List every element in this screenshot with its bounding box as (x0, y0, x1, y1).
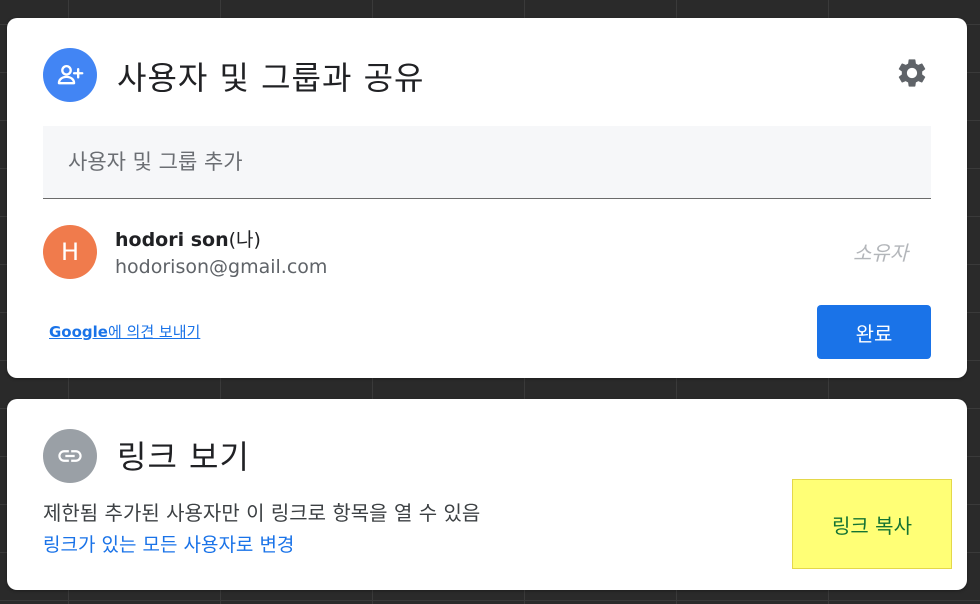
add-people-input[interactable] (43, 126, 931, 198)
user-name: hodori son(나) (115, 225, 261, 252)
feedback-brand: Google (49, 323, 108, 341)
share-dialog-title: 사용자 및 그룹과 공유 (117, 59, 425, 97)
copy-link-button[interactable]: 링크 복사 (792, 479, 952, 569)
user-name-text: hodori son (115, 229, 229, 251)
link-panel-title: 링크 보기 (117, 438, 250, 476)
feedback-text: 에 의견 보내기 (107, 323, 201, 341)
done-button[interactable]: 완료 (817, 305, 931, 359)
change-link-access-button[interactable]: 링크가 있는 모든 사용자로 변경 (43, 530, 294, 557)
feedback-link[interactable]: Google에 의견 보내기 (49, 321, 200, 342)
link-panel: 링크 보기 제한됨 추가된 사용자만 이 링크로 항목을 열 수 있음 링크가 … (7, 399, 967, 590)
user-email: hodorison@gmail.com (115, 256, 328, 278)
avatar: H (43, 225, 97, 279)
gear-icon[interactable] (895, 56, 929, 90)
link-glyph (58, 450, 82, 462)
add-people-field[interactable] (43, 126, 931, 199)
add-person-icon (43, 48, 97, 102)
user-role: 소유자 (853, 241, 909, 265)
add-person-glyph (57, 64, 84, 85)
share-dialog: 사용자 및 그룹과 공유 H hodori son(나) hodorison@g… (7, 18, 967, 378)
link-icon (43, 429, 97, 483)
user-self-tag: (나) (228, 229, 261, 251)
link-access-description: 제한됨 추가된 사용자만 이 링크로 항목을 열 수 있음 (43, 501, 481, 525)
